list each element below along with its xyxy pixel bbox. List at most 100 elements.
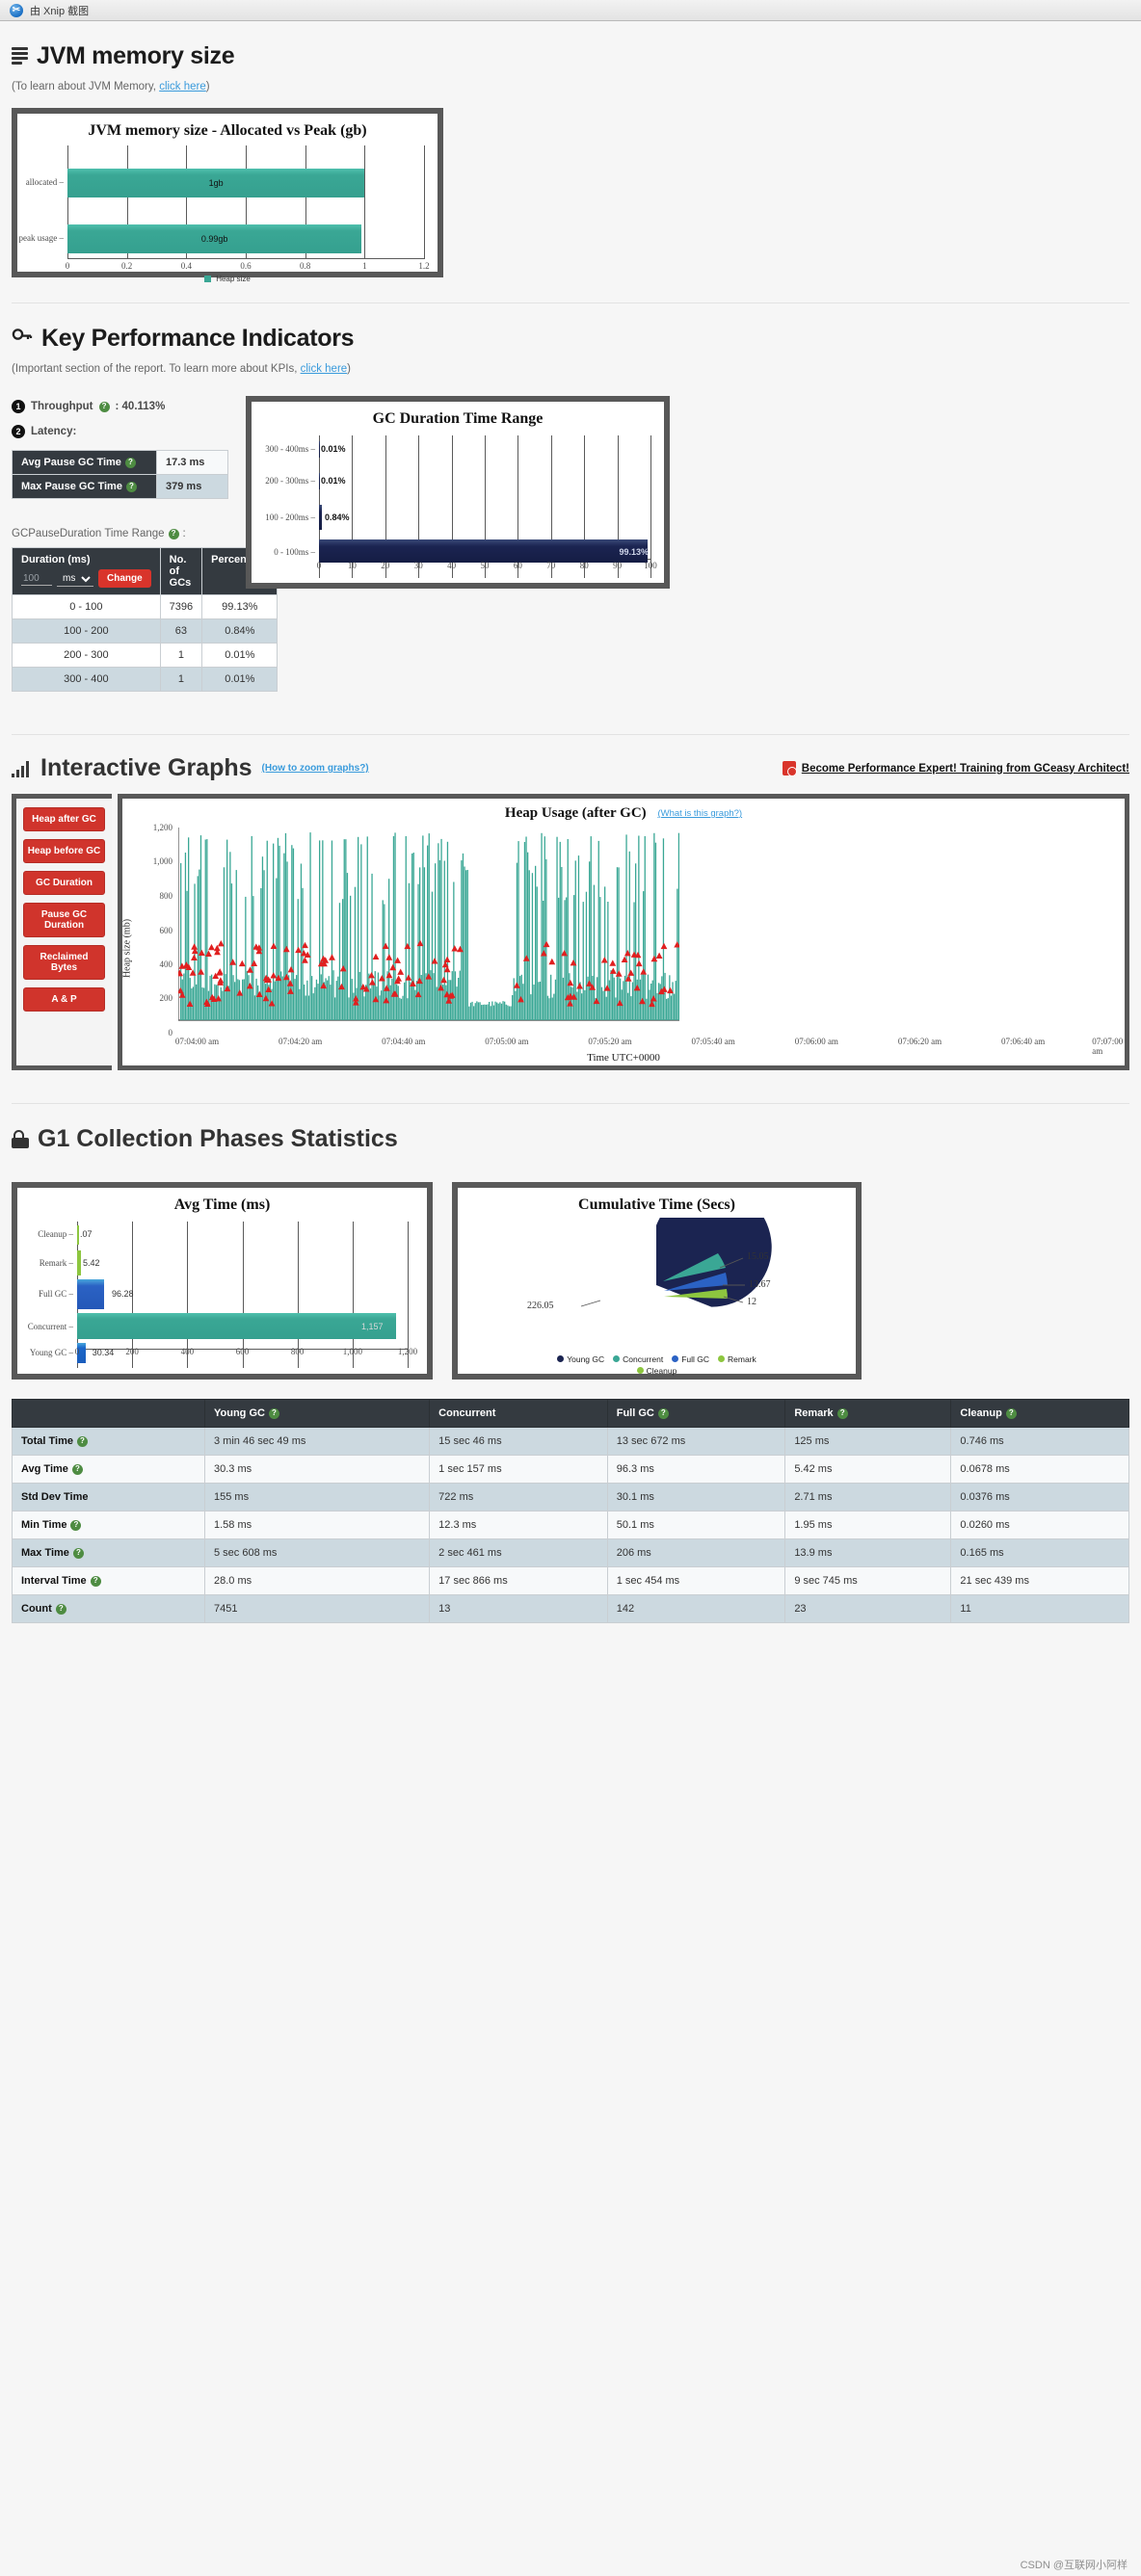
cell-gcs: 1 <box>159 643 203 668</box>
what-is-this-graph-link[interactable]: (What is this graph?) <box>657 808 742 819</box>
avg-bar-fullgc <box>77 1279 104 1309</box>
help-icon[interactable]: ? <box>168 528 179 539</box>
gcdur-xtick-7: 70 <box>546 561 556 570</box>
heap-usage-plot <box>178 828 679 1021</box>
help-icon[interactable]: ? <box>1005 1407 1017 1419</box>
stats-col-remark: Remark? <box>784 1399 952 1428</box>
graph-button-heap-before-gc[interactable]: Heap before GC <box>23 839 105 863</box>
kpi-note-prefix: (Important section of the report. To lea… <box>12 363 298 375</box>
stats-cell: 5 sec 608 ms <box>203 1538 431 1567</box>
become-expert-link[interactable]: Become Performance Expert! Training from… <box>782 761 1129 776</box>
stats-col-young-gc: Young GC? <box>203 1399 431 1428</box>
pie-label-remark: 12 <box>747 1297 756 1307</box>
avg-label-remark: 5.42 <box>83 1258 100 1268</box>
heap-xtick-8: 07:06:40 am <box>1000 1037 1046 1046</box>
avg-xtick-5: 1,000 <box>342 1347 362 1356</box>
cumulative-time-plot: 15.05 13.67 12 226.05 <box>458 1187 856 1353</box>
stats-cell: 0.746 ms <box>950 1427 1129 1456</box>
xnip-title-label: 由 Xnip 截图 <box>30 5 90 17</box>
help-icon[interactable]: ? <box>70 1519 82 1531</box>
become-expert-label: Become Performance Expert! Training from… <box>801 762 1129 775</box>
avg-ytick-remark: Remark – <box>39 1258 73 1268</box>
pie-svg <box>580 1187 772 1307</box>
jvm-note-prefix: (To learn about JVM Memory, <box>12 81 156 92</box>
stats-row-label: Min Time? <box>12 1511 205 1539</box>
divider <box>12 1103 1129 1104</box>
heap-usage-xaxis: 07:04:00 am 07:04:20 am 07:04:40 am 07:0… <box>175 1037 1123 1056</box>
help-icon[interactable]: ? <box>836 1407 848 1419</box>
badge-2-icon: 2 <box>12 425 25 438</box>
col-no-of-gcs: No. of GCs <box>159 547 203 595</box>
jvm-bar-peak: 0.99gb <box>67 224 362 253</box>
help-icon[interactable]: ? <box>55 1603 66 1615</box>
help-icon[interactable]: ? <box>71 1463 83 1475</box>
gcdur-ytick-300-400: 300 - 400ms – <box>265 444 315 454</box>
graph-button-a-and-p[interactable]: A & P <box>23 987 105 1012</box>
legend-item-young-gc: Young GC <box>557 1354 604 1364</box>
help-icon[interactable]: ? <box>268 1407 279 1419</box>
jvm-memory-chart-frame: JVM memory size - Allocated vs Peak (gb)… <box>12 108 443 283</box>
duration-input[interactable] <box>21 571 52 586</box>
divider <box>12 734 1129 735</box>
jvm-ylabel-peak: peak usage – <box>18 233 64 243</box>
heap-usage-chart[interactable]: Heap Usage (after GC) (What is this grap… <box>118 794 1129 1070</box>
help-icon[interactable]: ? <box>124 457 136 468</box>
gcdur-xtick-9: 90 <box>613 561 623 570</box>
duration-unit-select[interactable]: ms <box>57 570 93 587</box>
help-icon[interactable]: ? <box>125 481 137 492</box>
stats-cell: 155 ms <box>203 1483 431 1511</box>
help-icon[interactable]: ? <box>77 1435 88 1447</box>
change-button[interactable]: Change <box>98 569 151 588</box>
stats-col-cleanup: Cleanup? <box>950 1399 1129 1428</box>
help-icon[interactable]: ? <box>98 401 110 412</box>
stats-cell: 1 sec 454 ms <box>606 1566 786 1595</box>
gcdur-label-0-100: 99.13% <box>619 547 649 557</box>
help-icon[interactable]: ? <box>90 1575 101 1587</box>
table-row: Max Time? 5 sec 608 ms 2 sec 461 ms 206 ms 1… <box>12 1538 1129 1567</box>
jvm-note-link[interactable]: click here <box>159 81 206 92</box>
kpi-section-header: Key Performance Indicators <box>12 325 1129 353</box>
heap-xtick-3: 07:05:00 am <box>485 1037 529 1046</box>
jvm-memory-heading: JVM memory size <box>37 42 235 69</box>
gcdur-label-100-200: 0.84% <box>325 513 350 522</box>
table-row: Min Time? 1.58 ms 12.3 ms 50.1 ms 1.95 ms 0.0… <box>12 1511 1129 1539</box>
pie-label-concurrent: 15.05 <box>747 1251 769 1262</box>
graph-button-pause-gc-duration[interactable]: Pause GC Duration <box>23 903 105 937</box>
heap-xtick-1: 07:04:20 am <box>278 1037 323 1046</box>
stats-cell: 17 sec 866 ms <box>429 1566 608 1595</box>
jvm-xtick-5: 1 <box>362 261 367 271</box>
gcdur-bar-100-200 <box>319 505 322 530</box>
help-icon[interactable]: ? <box>657 1407 669 1419</box>
stats-cell: 0.165 ms <box>950 1538 1129 1567</box>
avg-xtick-2: 400 <box>180 1347 195 1356</box>
jvm-xtick-2: 0.4 <box>180 261 192 271</box>
bar-chart-icon <box>12 760 31 777</box>
avg-ytick-younggc: Young GC – <box>29 1348 73 1357</box>
avg-ytick-fullgc: Full GC – <box>38 1289 73 1299</box>
stats-cell: 2.71 ms <box>784 1483 952 1511</box>
gc-duration-plot: 0.01% 300 - 400ms – 0.01% 200 - 300ms – … <box>265 435 657 578</box>
stats-row-label: Total Time? <box>12 1427 205 1456</box>
stats-cell: 1.58 ms <box>203 1511 431 1539</box>
graph-button-heap-after-gc[interactable]: Heap after GC <box>23 807 105 831</box>
jvm-xtick-3: 0.6 <box>240 261 252 271</box>
duration-range-table: Duration (ms) ms Change No. of GCs Perce… <box>12 547 279 692</box>
kpi-note-link[interactable]: click here <box>301 363 348 375</box>
heap-ytick-0: 0 <box>168 1028 173 1038</box>
graph-button-gc-duration[interactable]: GC Duration <box>23 871 105 895</box>
gcdur-xtick-2: 20 <box>381 561 390 570</box>
graph-button-reclaimed-bytes[interactable]: Reclaimed Bytes <box>23 945 105 980</box>
cell-range: 0 - 100 <box>12 594 161 619</box>
stats-row-label: Avg Time? <box>12 1455 205 1484</box>
xnip-titlebar: ✂ 由 Xnip 截图 <box>0 0 1141 21</box>
cumulative-time-chart-title: Cumulative Time (Secs) <box>578 1196 735 1213</box>
stack-icon <box>12 46 28 66</box>
pie-legend-row2: Cleanup <box>458 1364 856 1376</box>
help-icon[interactable]: ? <box>72 1547 84 1559</box>
avg-time-chart-title: Avg Time (ms) <box>173 1196 271 1213</box>
gcdur-label-200-300: 0.01% <box>321 476 346 486</box>
how-to-zoom-link[interactable]: (How to zoom graphs?) <box>262 763 369 774</box>
phase-statistics-table: Young GC? Concurrent Full GC? Remark? Cl… <box>12 1399 1129 1623</box>
stats-cell: 0.0678 ms <box>950 1455 1129 1484</box>
table-header-row: Young GC? Concurrent Full GC? Remark? Cl… <box>12 1399 1129 1428</box>
